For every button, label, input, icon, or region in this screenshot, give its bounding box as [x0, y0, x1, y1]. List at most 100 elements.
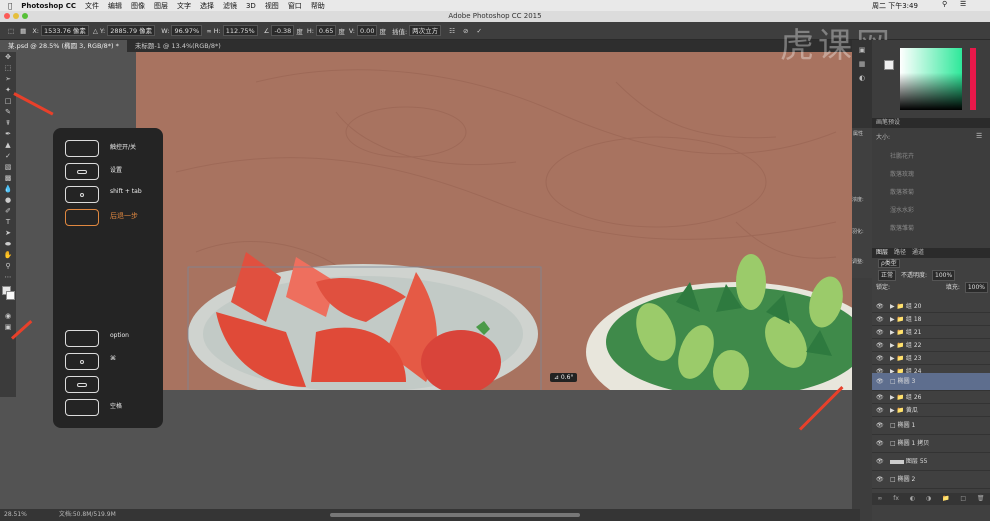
- menu-help[interactable]: 帮助: [311, 1, 325, 11]
- menu-edit[interactable]: 编辑: [108, 1, 122, 11]
- new-layer-icon[interactable]: □: [960, 493, 966, 505]
- layer-row[interactable]: 👁 ▶ 📁 组 23: [872, 352, 990, 365]
- visibility-eye-icon[interactable]: 👁: [876, 453, 884, 471]
- brush-presets-header[interactable]: 画笔预设: [872, 118, 990, 128]
- visibility-eye-icon[interactable]: 👁: [876, 352, 884, 365]
- properties-tab[interactable]: 属性: [852, 128, 872, 139]
- touch-toggle-key[interactable]: [65, 140, 99, 157]
- path-select-tool-icon[interactable]: ➤: [0, 228, 16, 239]
- layer-row[interactable]: 👁 ▶ 📁 组 22: [872, 339, 990, 352]
- minimize-window-icon[interactable]: [13, 13, 19, 19]
- stamp-tool-icon[interactable]: ▲: [0, 140, 16, 151]
- menu-layer[interactable]: 图层: [154, 1, 168, 11]
- fg-color-chip[interactable]: [884, 60, 894, 70]
- space-key[interactable]: [65, 399, 99, 416]
- height-field[interactable]: 112.75%: [222, 25, 258, 36]
- document-canvas[interactable]: ⊿ 0.6°: [136, 52, 852, 390]
- history-brush-tool-icon[interactable]: ✓: [0, 151, 16, 162]
- commit-transform-icon[interactable]: ✓: [476, 27, 481, 35]
- brush-item[interactable]: 散落茶菊: [872, 184, 990, 202]
- layer-row[interactable]: 👁 ▶ 📁 组 20: [872, 300, 990, 313]
- menu-view[interactable]: 视图: [265, 1, 279, 11]
- tab-main-document[interactable]: 某.psd @ 28.5% (椭圆 3, RGB/8*) *: [0, 40, 127, 52]
- brush-panel-menu-icon[interactable]: ☰: [976, 132, 982, 140]
- hskew-field[interactable]: 0.65: [315, 25, 337, 36]
- menu-file[interactable]: 文件: [85, 1, 99, 11]
- lasso-tool-icon[interactable]: ➣: [0, 74, 16, 85]
- horizontal-scrollbar[interactable]: [330, 513, 580, 517]
- shift-tab-key[interactable]: [65, 186, 99, 203]
- layer-row[interactable]: 👁 □ 椭圆 1 拷贝: [872, 435, 990, 453]
- new-group-icon[interactable]: 📁: [942, 493, 949, 505]
- brush-item[interactable]: 散落玫瑰: [872, 166, 990, 184]
- add-mask-icon[interactable]: ◐: [910, 493, 915, 505]
- tab-untitled-document[interactable]: 未标题-1 @ 13.4%(RGB/8*): [127, 40, 229, 52]
- visibility-eye-icon[interactable]: 👁: [876, 300, 884, 313]
- visibility-eye-icon[interactable]: 👁: [876, 435, 884, 453]
- menu-type[interactable]: 文字: [177, 1, 191, 11]
- panel-icon-color[interactable]: ▣: [852, 46, 872, 54]
- layer-row-selected[interactable]: 👁 □ 椭圆 3: [872, 373, 990, 391]
- layer-style-icon[interactable]: fx: [893, 493, 899, 505]
- layer-row[interactable]: 👁 ▶ 📁 组 21: [872, 326, 990, 339]
- layer-row[interactable]: 👁 □ 椭圆 2: [872, 471, 990, 489]
- link-layers-icon[interactable]: ∞: [877, 493, 882, 505]
- background-color-swatch[interactable]: [6, 291, 15, 300]
- hue-slider[interactable]: [970, 48, 976, 110]
- option-key[interactable]: [65, 330, 99, 347]
- menu-select[interactable]: 选择: [200, 1, 214, 11]
- layer-row[interactable]: 👁 图层 55: [872, 453, 990, 471]
- shift-key[interactable]: [65, 376, 99, 393]
- visibility-eye-icon[interactable]: 👁: [876, 404, 884, 417]
- layer-row[interactable]: 👁 ▶ 📁 组 18: [872, 313, 990, 326]
- visibility-eye-icon[interactable]: 👁: [876, 326, 884, 339]
- tab-paths[interactable]: 路径: [894, 248, 906, 258]
- opacity-field[interactable]: 100%: [932, 270, 956, 281]
- color-picker-field[interactable]: [900, 48, 962, 110]
- link-wh-icon[interactable]: ∞: [206, 27, 211, 35]
- tab-channels[interactable]: 通道: [912, 248, 924, 258]
- layer-row[interactable]: 👁 ▶ 📁 组 26: [872, 391, 990, 404]
- visibility-eye-icon[interactable]: 👁: [876, 471, 884, 489]
- visibility-eye-icon[interactable]: 👁: [876, 339, 884, 352]
- panel-icon-swatches[interactable]: ▦: [852, 60, 872, 68]
- marquee-tool-icon[interactable]: ⬚: [0, 63, 16, 74]
- vskew-field[interactable]: 0.00: [356, 25, 378, 36]
- blend-mode-select[interactable]: 正常: [878, 270, 897, 281]
- transform-tool-icon[interactable]: ⬚: [8, 27, 14, 35]
- menu-filter[interactable]: 滤镜: [223, 1, 237, 11]
- brush-item[interactable]: 社鹏花卉: [872, 148, 990, 166]
- type-tool-icon[interactable]: T: [0, 217, 16, 228]
- menu-window[interactable]: 窗口: [288, 1, 302, 11]
- crop-tool-icon[interactable]: □: [0, 96, 16, 107]
- cancel-transform-icon[interactable]: ⊘: [463, 27, 468, 35]
- quick-mask-icon[interactable]: ◉: [0, 311, 16, 322]
- blur-tool-icon[interactable]: 💧: [0, 184, 16, 195]
- width-field[interactable]: 96.97%: [171, 25, 203, 36]
- screen-mode-icon[interactable]: ▣: [0, 322, 16, 333]
- panel-icon-adjust[interactable]: ◐: [852, 74, 872, 82]
- visibility-eye-icon[interactable]: 👁: [876, 373, 884, 391]
- adjustment-layer-icon[interactable]: ◑: [926, 493, 931, 505]
- dodge-tool-icon[interactable]: ●: [0, 195, 16, 206]
- app-menu[interactable]: Photoshop CC: [21, 2, 76, 10]
- menu-image[interactable]: 图像: [131, 1, 145, 11]
- zoom-level[interactable]: 28.51%: [4, 511, 27, 518]
- layer-row[interactable]: 👁 ▶ 📁 黄瓜: [872, 404, 990, 417]
- menu-list-icon[interactable]: ☰: [960, 0, 966, 8]
- visibility-eye-icon[interactable]: 👁: [876, 313, 884, 326]
- move-tool-icon[interactable]: ✥: [0, 52, 16, 63]
- layer-kind-filter[interactable]: ρ类型: [878, 259, 900, 268]
- delete-layer-icon[interactable]: 🗑: [977, 493, 985, 505]
- brush-item[interactable]: 湿水水彩: [872, 202, 990, 220]
- interpolation-select[interactable]: 两次立方: [409, 25, 442, 36]
- gradient-tool-icon[interactable]: ▩: [0, 173, 16, 184]
- pen-tool-icon[interactable]: ✐: [0, 206, 16, 217]
- maximize-window-icon[interactable]: [22, 13, 28, 19]
- menu-3d[interactable]: 3D: [246, 2, 256, 10]
- shape-tool-icon[interactable]: ⬬: [0, 239, 16, 250]
- y-field[interactable]: 2885.79 像素: [107, 25, 156, 36]
- x-field[interactable]: 1533.76 像素: [40, 25, 89, 36]
- eraser-tool-icon[interactable]: ▧: [0, 162, 16, 173]
- brush-tool-icon[interactable]: ✒: [0, 129, 16, 140]
